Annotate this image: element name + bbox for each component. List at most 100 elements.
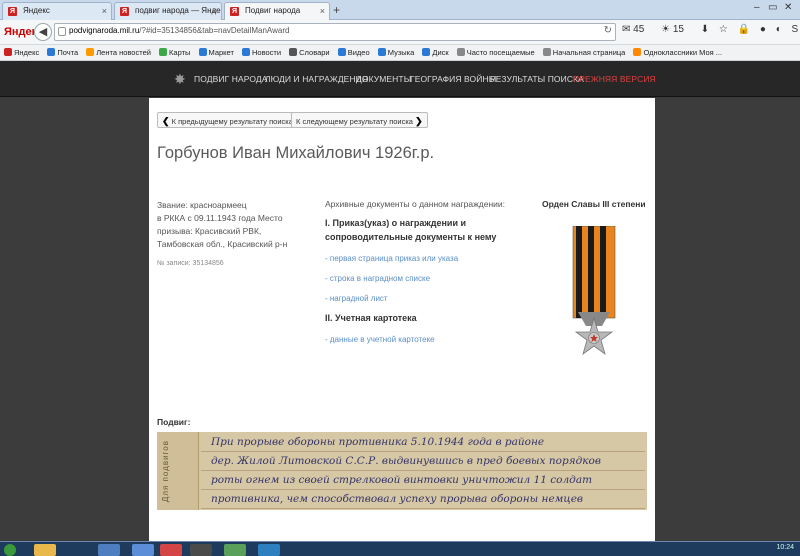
clock-text: 10:24 bbox=[776, 544, 794, 551]
bookmark-item[interactable]: Музыка bbox=[377, 48, 415, 57]
bookmark-label: Яндекс bbox=[14, 48, 40, 57]
award-title: Орден Славы III степени bbox=[542, 199, 646, 209]
close-tab-icon[interactable]: × bbox=[102, 6, 107, 16]
tab-label: Яндекс bbox=[23, 6, 50, 15]
yandex-favicon-icon: Я bbox=[120, 7, 129, 16]
bookmark-item[interactable]: Лента новостей bbox=[86, 48, 151, 57]
order-of-glory-medal-icon bbox=[572, 226, 616, 356]
taskbar-app-icon[interactable] bbox=[98, 544, 120, 556]
reload-icon[interactable]: ↻ bbox=[604, 25, 612, 36]
lock-icon[interactable]: 🔒 bbox=[738, 24, 750, 35]
bookmark-item[interactable]: Словари bbox=[289, 48, 330, 57]
bookmark-icon bbox=[289, 48, 298, 56]
tab-label: подвиг народа — Яндекс: ... bbox=[135, 6, 221, 15]
mail-icon[interactable]: ✉ 45 bbox=[622, 24, 651, 35]
taskbar-app-icon[interactable] bbox=[190, 544, 212, 556]
person-details: Звание: красноармеец в РККА с 09.11.1943… bbox=[157, 199, 307, 270]
bookmark-item[interactable]: Маркет bbox=[198, 48, 234, 57]
taskbar-app-icon[interactable] bbox=[258, 544, 280, 556]
url-path: /?#id=35134856&tab=navDetailManAward bbox=[139, 26, 290, 35]
bookmark-label: Словари bbox=[299, 48, 330, 57]
rank-text: Звание: красноармеец bbox=[157, 200, 247, 210]
web-page: ✸ ПОДВИГ НАРОДА ЛЮДИ И НАГРАЖДЕНИЯ ДОКУМ… bbox=[0, 61, 800, 541]
link-award-list-line[interactable]: - строка в наградном списке bbox=[325, 274, 521, 283]
start-button[interactable] bbox=[4, 544, 16, 556]
bookmark-icon bbox=[377, 48, 386, 56]
browser-tab-active[interactable]: Я Подвиг народа × bbox=[224, 2, 330, 20]
bookmark-label: Маркет bbox=[208, 48, 234, 57]
close-tab-icon[interactable]: × bbox=[320, 6, 325, 16]
bookmark-icon bbox=[633, 48, 642, 56]
bookmarks-bar: Яндекс Почта Лента новостей Карты Маркет… bbox=[0, 45, 800, 61]
emblem-icon: ✸ bbox=[174, 71, 186, 87]
bookmark-icon bbox=[47, 48, 56, 56]
bookmark-item[interactable]: Яндекс bbox=[4, 48, 39, 57]
sync-icon[interactable]: ◐ bbox=[776, 24, 782, 35]
nav-item-podvig[interactable]: ПОДВИГ НАРОДА bbox=[194, 74, 267, 84]
main-content: ❮ К предыдущему результату поиска К след… bbox=[149, 98, 655, 541]
bookmark-label: Диск bbox=[432, 48, 449, 57]
download-icon[interactable]: ⬇ bbox=[701, 24, 709, 35]
windows-taskbar: 10:24 bbox=[0, 541, 800, 556]
address-bar[interactable]: podvignaroda.mil.ru/?#id=35134856&tab=na… bbox=[54, 23, 616, 41]
taskbar-app-icon[interactable] bbox=[132, 544, 154, 556]
link-card-data[interactable]: - данные в учетной картотеке bbox=[325, 335, 521, 344]
chat-icon[interactable]: ● bbox=[760, 24, 766, 35]
taskbar-folder-icon[interactable] bbox=[34, 544, 56, 556]
bookmark-label: Лента новостей bbox=[96, 48, 151, 57]
handwritten-line: роты огнем из своей стрелковой винтовки … bbox=[211, 474, 593, 486]
nav-item-people[interactable]: ЛЮДИ И НАГРАЖДЕНИЯ bbox=[265, 74, 368, 84]
new-tab-button[interactable]: + bbox=[333, 3, 340, 17]
chevron-right-icon: ❯ bbox=[415, 116, 423, 126]
person-name: Горбунов Иван Михайлович 1926г.р. bbox=[157, 144, 435, 162]
bookmark-label: Музыка bbox=[387, 48, 415, 57]
bookmark-item[interactable]: Одноклассники Моя ... bbox=[633, 48, 722, 57]
taskbar-app-icon[interactable] bbox=[224, 544, 246, 556]
bookmark-item[interactable]: Диск bbox=[422, 48, 449, 57]
bookmark-item[interactable]: Начальная страница bbox=[542, 48, 626, 57]
close-tab-icon[interactable]: × bbox=[212, 6, 217, 16]
bookmark-icon bbox=[456, 48, 465, 56]
document-rule-line bbox=[201, 489, 645, 490]
bookmark-item[interactable]: Видео bbox=[337, 48, 370, 57]
bookmark-star-icon[interactable]: ☆ bbox=[719, 24, 728, 35]
url-host: podvignaroda.mil.ru bbox=[69, 26, 140, 35]
link-order-first-page[interactable]: - первая страница приказ или указа bbox=[325, 254, 521, 263]
close-window-icon[interactable]: ✕ bbox=[784, 2, 792, 13]
browser-tab[interactable]: Я подвиг народа — Яндекс: ... × bbox=[114, 2, 222, 20]
section-order-heading: I. Приказ(указ) о награждении и сопровод… bbox=[325, 218, 497, 242]
nav-item-geography[interactable]: ГЕОГРАФИЯ ВОЙНЫ bbox=[410, 74, 496, 84]
nav-item-old-version[interactable]: ПРЕЖНЯЯ ВЕРСИЯ bbox=[573, 74, 656, 84]
browser-tab[interactable]: Я Яндекс × bbox=[2, 2, 112, 20]
bookmark-label: Карты bbox=[169, 48, 191, 57]
document-rule-line bbox=[201, 451, 645, 452]
bookmark-label: Видео bbox=[347, 48, 370, 57]
prev-result-button[interactable]: ❮ К предыдущему результату поиска bbox=[157, 112, 298, 128]
back-icon[interactable]: ◀ bbox=[34, 23, 52, 41]
bookmark-icon bbox=[198, 48, 207, 56]
bookmark-icon bbox=[422, 48, 431, 56]
document-side-text: Для подвигов bbox=[161, 440, 170, 503]
handwritten-line: противника, чем способствовал успеху про… bbox=[211, 493, 584, 505]
s-icon[interactable]: S bbox=[792, 24, 799, 35]
bookmark-label: Начальная страница bbox=[552, 48, 626, 57]
archive-documents: Архивные документы о данном награждении:… bbox=[325, 199, 521, 344]
bookmark-item[interactable]: Новости bbox=[242, 48, 281, 57]
nav-item-documents[interactable]: ДОКУМЕНТЫ bbox=[356, 74, 411, 84]
taskbar-yandex-icon[interactable] bbox=[160, 544, 182, 556]
minimize-icon[interactable]: – bbox=[754, 2, 760, 13]
chevron-left-icon: ❮ bbox=[162, 116, 170, 126]
handwritten-line: При прорыве обороны противника 5.10.1944… bbox=[211, 436, 545, 448]
weather-icon[interactable]: ☀ 15 bbox=[661, 24, 691, 35]
handwritten-line: дер. Жилой Литовской С.С.Р. выдвинувшись… bbox=[211, 455, 601, 467]
bookmark-label: Часто посещаемые bbox=[466, 48, 535, 57]
toolbar-icons: ✉ 45 ☀ 15 ⬇ ☆ 🔒 ● ◐ S ≡ bbox=[622, 24, 800, 35]
next-result-button[interactable]: К следующему результату поиска ❯ bbox=[291, 112, 428, 128]
bookmark-item[interactable]: Часто посещаемые bbox=[456, 48, 535, 57]
maximize-icon[interactable]: ▭ bbox=[768, 2, 777, 13]
bookmark-item[interactable]: Почта bbox=[47, 48, 78, 57]
nav-item-results[interactable]: РЕЗУЛЬТАТЫ ПОИСКА bbox=[490, 74, 584, 84]
bookmark-item[interactable]: Карты bbox=[159, 48, 190, 57]
bookmark-label: Новости bbox=[252, 48, 282, 57]
link-award-sheet[interactable]: - наградной лист bbox=[325, 294, 521, 303]
